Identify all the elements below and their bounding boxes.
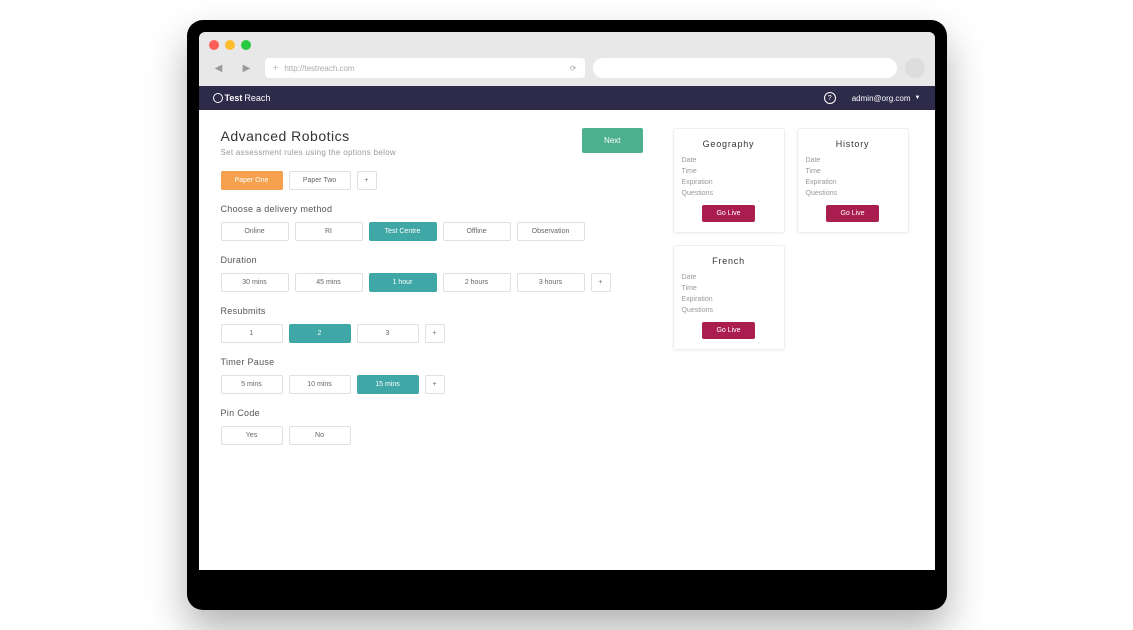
logo-text-light: Reach (244, 93, 270, 103)
resubmits-add-button[interactable]: + (425, 324, 445, 343)
card-title: Geography (682, 139, 776, 149)
go-live-button[interactable]: Go Live (702, 205, 754, 222)
help-icon[interactable]: ? (824, 92, 836, 104)
delivery-option[interactable]: Offline (443, 222, 511, 241)
browser-chrome: ◀ ▶ + http://testreach.com ⟳ (199, 32, 935, 86)
card-field-label: Date (806, 157, 900, 164)
assessment-card: French Date Time Expiration Questions Go Live (673, 245, 785, 350)
search-bar[interactable] (593, 58, 897, 78)
duration-option[interactable]: 30 mins (221, 273, 289, 292)
minimize-dot-icon[interactable] (225, 40, 235, 50)
page-subtitle: Set assessment rules using the options b… (221, 148, 397, 157)
back-button[interactable]: ◀ (209, 58, 229, 78)
duration-section: Duration 30 mins 45 mins 1 hour 2 hours 3 ho… (221, 255, 643, 292)
timer-option[interactable]: 15 mins (357, 375, 419, 394)
card-field-label: Questions (682, 307, 776, 314)
go-live-button[interactable]: Go Live (826, 205, 878, 222)
card-field-label: Expiration (806, 179, 900, 186)
delivery-option[interactable]: RI (295, 222, 363, 241)
duration-option[interactable]: 2 hours (443, 273, 511, 292)
page-title: Advanced Robotics (221, 128, 397, 144)
card-field-label: Questions (682, 190, 776, 197)
timer-label: Timer Pause (221, 357, 643, 367)
resubmits-label: Resubmits (221, 306, 643, 316)
delivery-option[interactable]: Observation (517, 222, 585, 241)
logo-text-bold: Test (225, 93, 243, 103)
forward-button[interactable]: ▶ (237, 58, 257, 78)
timer-section: Timer Pause 5 mins 10 mins 15 mins + (221, 357, 643, 394)
paper-option[interactable]: Paper One (221, 171, 283, 190)
timer-add-button[interactable]: + (425, 375, 445, 394)
assessment-card: History Date Time Expiration Questions Go Liv… (797, 128, 909, 233)
pin-option[interactable]: No (289, 426, 351, 445)
app-header: TestReach ? admin@org.com ▼ (199, 86, 935, 110)
pin-section: Pin Code Yes No (221, 408, 643, 445)
card-field-label: Time (806, 168, 900, 175)
card-field-label: Date (682, 157, 776, 164)
pin-option[interactable]: Yes (221, 426, 283, 445)
new-tab-icon[interactable]: + (273, 63, 279, 74)
card-title: French (682, 256, 776, 266)
resubmits-section: Resubmits 123 + (221, 306, 643, 343)
profile-icon[interactable] (905, 58, 925, 78)
duration-option[interactable]: 3 hours (517, 273, 585, 292)
timer-option[interactable]: 10 mins (289, 375, 351, 394)
card-field-label: Questions (806, 190, 900, 197)
logo-icon (213, 93, 223, 103)
cards-column: Geography Date Time Expiration Questions Go L… (673, 128, 913, 540)
duration-option[interactable]: 45 mins (295, 273, 363, 292)
card-field-label: Expiration (682, 296, 776, 303)
card-field-label: Time (682, 168, 776, 175)
close-dot-icon[interactable] (209, 40, 219, 50)
duration-add-button[interactable]: + (591, 273, 611, 292)
card-field-label: Time (682, 285, 776, 292)
go-live-button[interactable]: Go Live (702, 322, 754, 339)
delivery-section: Choose a delivery method Online RI Test Ce… (221, 204, 643, 241)
settings-column: Advanced Robotics Set assessment rules u… (221, 128, 643, 540)
app-body: Advanced Robotics Set assessment rules u… (199, 110, 935, 570)
user-email: admin@org.com (852, 94, 911, 103)
chevron-down-icon: ▼ (915, 95, 921, 101)
logo[interactable]: TestReach (213, 93, 271, 103)
paper-option[interactable]: Paper Two (289, 171, 351, 190)
next-button[interactable]: Next (582, 128, 642, 153)
resubmits-option[interactable]: 3 (357, 324, 419, 343)
assessment-card: Geography Date Time Expiration Questions Go L… (673, 128, 785, 233)
card-field-label: Date (682, 274, 776, 281)
duration-option[interactable]: 1 hour (369, 273, 437, 292)
monitor-frame: ◀ ▶ + http://testreach.com ⟳ TestReach ?… (187, 20, 947, 610)
papers-section: Paper One Paper Two + (221, 171, 643, 190)
window-controls (209, 40, 925, 50)
card-field-label: Expiration (682, 179, 776, 186)
pin-label: Pin Code (221, 408, 643, 418)
duration-label: Duration (221, 255, 643, 265)
delivery-label: Choose a delivery method (221, 204, 643, 214)
delivery-option[interactable]: Online (221, 222, 289, 241)
card-title: History (806, 139, 900, 149)
resubmits-option[interactable]: 2 (289, 324, 351, 343)
address-bar[interactable]: + http://testreach.com ⟳ (265, 58, 585, 78)
resubmits-option[interactable]: 1 (221, 324, 283, 343)
user-dropdown[interactable]: admin@org.com ▼ (852, 94, 921, 103)
maximize-dot-icon[interactable] (241, 40, 251, 50)
timer-option[interactable]: 5 mins (221, 375, 283, 394)
reload-icon[interactable]: ⟳ (570, 64, 577, 73)
url-text: http://testreach.com (284, 64, 354, 73)
delivery-option[interactable]: Test Centre (369, 222, 437, 241)
paper-add-button[interactable]: + (357, 171, 377, 190)
